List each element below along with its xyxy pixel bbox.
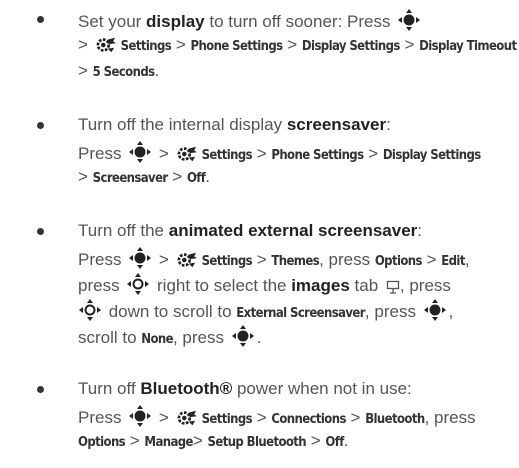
nav-key-icon [128, 140, 152, 164]
nav-key-outline-icon [126, 272, 150, 296]
nav-key-icon [397, 8, 421, 32]
bullet [37, 228, 44, 235]
images-tab-icon [386, 280, 400, 294]
nav-key-icon [231, 324, 255, 348]
settings-gear-icon [95, 36, 117, 54]
settings-gear-icon [176, 409, 198, 427]
bullet [37, 386, 44, 393]
bullet [37, 16, 44, 23]
nav-key-icon [128, 404, 152, 428]
nav-key-icon [423, 298, 447, 322]
settings-gear-icon [176, 145, 198, 163]
bullet [37, 122, 44, 129]
nav-key-icon [128, 246, 152, 270]
display-term: display [146, 12, 205, 31]
nav-key-outline-icon [78, 298, 102, 322]
settings-gear-icon [176, 251, 198, 269]
instruction-list: Set your display to turn off sooner: Pre… [0, 0, 519, 468]
